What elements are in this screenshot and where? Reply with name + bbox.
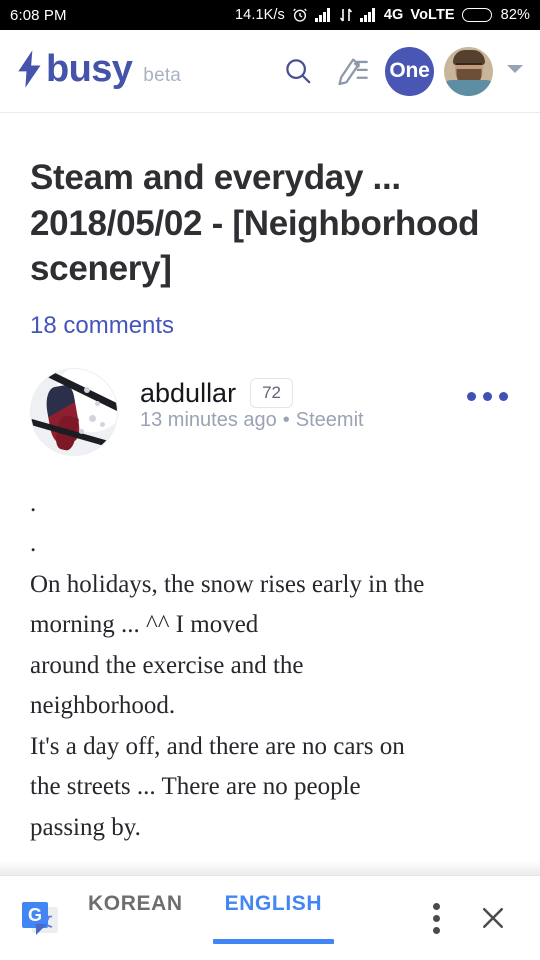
status-clock: 6:08 PM (10, 6, 67, 24)
logo-text: busy (46, 47, 133, 90)
author-row: abdullar 72 13 minutes ago • Steemit (30, 367, 510, 456)
page-title: Steam and everyday ... 2018/05/02 - [Nei… (30, 158, 480, 288)
signal-bars-icon-2 (359, 8, 377, 22)
google-translate-bar: 文 G KOREAN ENGLISH (0, 875, 540, 960)
close-icon[interactable] (456, 897, 518, 939)
avatar[interactable] (444, 46, 493, 96)
post-body-line: around the exercise and the (30, 651, 304, 679)
data-transfer-icon (339, 8, 353, 22)
battery-percent: 82% (500, 7, 530, 23)
volte-indicator: VoLTE (410, 7, 455, 23)
post-body-line: On holidays, the snow rises early in the (30, 570, 425, 598)
translate-bar-shadow (0, 861, 540, 875)
post-meta: 13 minutes ago • Steemit (140, 409, 364, 431)
lightning-bolt-icon (16, 49, 44, 93)
post-body-line: It's a day off, and there are no cars on (30, 732, 405, 760)
android-status-bar: 6:08 PM 14.1K/s 4G VoLTE 82% (0, 0, 540, 30)
post-body: . . On holidays, the snow rises early in… (30, 484, 510, 849)
comments-link[interactable]: 18 comments (30, 312, 510, 340)
alarm-clock-icon (292, 7, 308, 23)
more-options-icon[interactable] (467, 368, 510, 401)
compose-pencil-icon[interactable] (335, 56, 369, 86)
network-type: 4G (383, 7, 404, 23)
post-body-line: . (30, 489, 37, 517)
beta-label: beta (143, 64, 182, 86)
google-translate-icon: 文 G (22, 900, 58, 936)
tab-english[interactable]: ENGLISH (212, 892, 334, 944)
app-header: busy beta One (0, 30, 540, 113)
post-body-line: neighborhood. (30, 692, 176, 719)
author-name[interactable]: abdullar (140, 378, 236, 409)
battery-icon (461, 8, 492, 22)
post-timestamp: 13 minutes ago (140, 408, 277, 431)
busy-logo[interactable]: busy beta (16, 50, 181, 93)
one-badge[interactable]: One (385, 46, 434, 96)
chevron-down-icon[interactable] (506, 62, 524, 80)
search-icon[interactable] (283, 56, 313, 86)
post-source: Steemit (295, 408, 364, 431)
tab-korean[interactable]: KOREAN (84, 892, 187, 944)
meta-separator: • (282, 408, 290, 431)
post-body-line: passing by. (30, 813, 141, 841)
post-body-line: . (30, 530, 37, 557)
post-container: Steam and everyday ... 2018/05/02 - [Nei… (0, 155, 540, 848)
signal-bars-icon (314, 8, 332, 22)
post-body-line: the streets ... There are no people (30, 773, 361, 800)
author-avatar[interactable] (30, 367, 118, 456)
phone-screen: 6:08 PM 14.1K/s 4G VoLTE 82% busy beta O… (0, 0, 540, 960)
overflow-menu-icon[interactable] (417, 895, 456, 942)
post-body-line: morning ... ^^ I moved (30, 611, 259, 638)
network-speed: 14.1K/s (234, 7, 285, 23)
reputation-badge: 72 (250, 378, 293, 408)
